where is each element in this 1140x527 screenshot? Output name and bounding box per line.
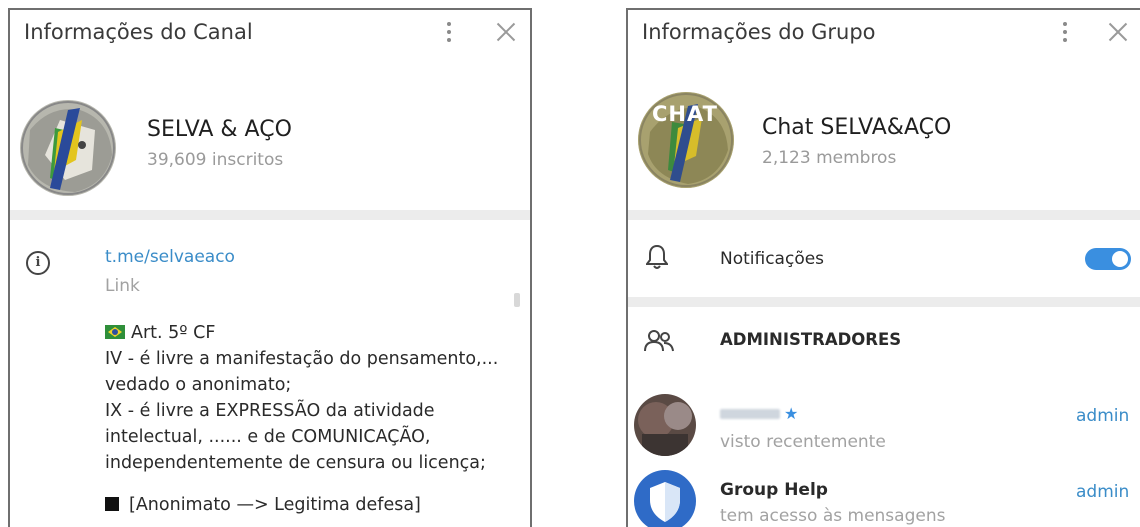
group-header: Informações do Grupo bbox=[628, 10, 1140, 58]
group-help-avatar[interactable] bbox=[634, 470, 696, 527]
channel-avatar[interactable] bbox=[20, 100, 116, 196]
admin-role-badge: admin bbox=[1076, 482, 1130, 502]
section-divider bbox=[628, 210, 1140, 220]
channel-subscribers: 39,609 inscritos bbox=[147, 150, 284, 170]
group-members: 2,123 membros bbox=[762, 148, 897, 168]
description-line: [Anonimato —> Legitima defesa] bbox=[105, 492, 498, 518]
black-square-icon bbox=[105, 497, 119, 511]
group-panel-title: Informações do Grupo bbox=[642, 20, 876, 44]
admin-name: Group Help bbox=[720, 480, 828, 500]
group-info-panel: Informações do Grupo CHAT Chat SELVA&AÇO… bbox=[626, 8, 1140, 527]
admin-name: ★ bbox=[720, 404, 798, 424]
star-icon: ★ bbox=[784, 404, 799, 423]
description-line: IV - é livre a manifestação do pensament… bbox=[105, 349, 499, 369]
brazil-flag-icon bbox=[105, 325, 125, 339]
toggle-knob bbox=[1112, 251, 1128, 267]
section-divider bbox=[10, 210, 530, 220]
description-line bbox=[105, 476, 498, 492]
channel-panel-title: Informações do Canal bbox=[24, 20, 253, 44]
channel-link[interactable]: t.me/selvaeaco bbox=[105, 247, 235, 267]
channel-link-label: Link bbox=[105, 276, 140, 296]
description-line: vedado o anonimato; bbox=[105, 375, 292, 395]
admin-avatar[interactable] bbox=[634, 394, 696, 456]
channel-description: Art. 5º CF IV - é livre a manifestação d… bbox=[105, 320, 498, 518]
bell-icon bbox=[646, 244, 668, 269]
notifications-toggle[interactable] bbox=[1085, 248, 1131, 270]
close-icon[interactable] bbox=[1106, 20, 1130, 44]
admin-role-badge: admin bbox=[1076, 406, 1130, 426]
kebab-icon[interactable] bbox=[446, 22, 452, 46]
admin-status: visto recentemente bbox=[720, 432, 886, 452]
description-line: IX - é livre a EXPRESSÃO da atividade bbox=[105, 401, 435, 421]
channel-header: Informações do Canal bbox=[10, 10, 530, 58]
notifications-label: Notificações bbox=[720, 249, 825, 269]
info-icon: i bbox=[26, 251, 50, 275]
channel-name: SELVA & AÇO bbox=[147, 117, 292, 142]
kebab-icon[interactable] bbox=[1062, 22, 1068, 46]
redacted-name bbox=[720, 409, 780, 419]
description-line: intelectual, ...... e de COMUNICAÇÃO, bbox=[105, 427, 431, 447]
scrollbar-thumb[interactable] bbox=[514, 293, 520, 307]
admins-header: ADMINISTRADORES bbox=[720, 330, 902, 349]
people-icon bbox=[644, 330, 674, 352]
section-divider bbox=[628, 297, 1140, 307]
group-name: Chat SELVA&AÇO bbox=[762, 115, 952, 140]
channel-info-panel: Informações do Canal SELVA & AÇO 39,609 … bbox=[8, 8, 532, 527]
avatar-overlay-text: CHAT bbox=[652, 102, 718, 126]
close-icon[interactable] bbox=[494, 20, 518, 44]
description-line: Art. 5º CF bbox=[105, 320, 498, 346]
admin-status: tem acesso às mensagens bbox=[720, 506, 946, 526]
description-line: independentemente de censura ou licença; bbox=[105, 453, 486, 473]
group-avatar[interactable]: CHAT bbox=[638, 92, 734, 188]
